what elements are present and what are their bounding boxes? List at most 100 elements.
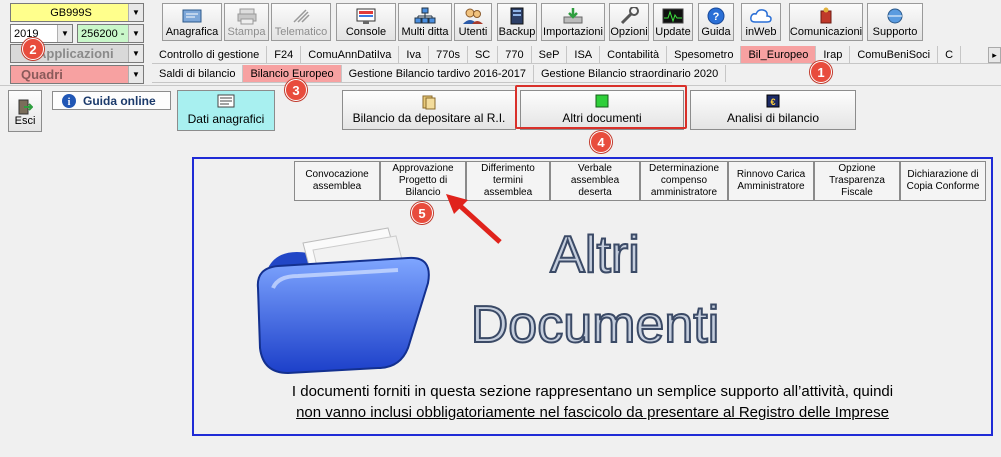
panel-note-line1: I documenti forniti in questa sezione ra… (291, 383, 894, 400)
support-icon (887, 8, 903, 24)
tab-verbale-assemblea[interactable]: Verbale assemblea deserta (550, 161, 640, 201)
tab-isa[interactable]: ISA (567, 46, 601, 63)
tab-770s[interactable]: 770s (429, 46, 468, 63)
tab-controllo-gestione[interactable]: Controllo di gestione (152, 46, 268, 63)
badge-1: 1 (810, 61, 832, 83)
backup-label: Backup (498, 26, 536, 38)
tab-opzione-trasparenza[interactable]: Opzione Trasparenza Fiscale (814, 161, 900, 201)
stampa-label: Stampa (227, 26, 266, 38)
tabs-scroll-right[interactable]: ▸ (988, 47, 1001, 63)
tab-spesometro[interactable]: Spesometro (667, 46, 742, 63)
opzioni-button[interactable]: Opzioni (609, 3, 649, 41)
anagrafica-label: Anagrafica (165, 26, 219, 38)
bilancio-depositare-label: Bilancio da depositare al R.I. (352, 111, 506, 125)
chevron-down-icon[interactable]: ▼ (128, 45, 143, 62)
anagrafica-button[interactable]: Anagrafica (162, 3, 222, 41)
supporto-button[interactable]: Supporto (867, 3, 923, 41)
bilancio-depositare-button[interactable]: Bilancio da depositare al R.I. (342, 90, 516, 130)
tab-label: Opzione Trasparenza Fiscale (829, 163, 885, 198)
app-tabs: Controllo di gestione F24 ComuAnnDatiIva… (152, 46, 1001, 64)
console-icon (356, 8, 376, 24)
panel-title-line2: Documenti (470, 295, 721, 355)
multi-ditta-button[interactable]: Multi ditta (398, 3, 452, 41)
tab-bilancio-tardivo[interactable]: Gestione Bilancio tardivo 2016-2017 (342, 65, 534, 82)
tab-saldi-bilancio[interactable]: Saldi di bilancio (152, 65, 244, 82)
quadri-label: Quadri (21, 67, 63, 82)
svg-text:?: ? (713, 11, 720, 23)
chevron-down-icon[interactable]: ▼ (128, 66, 143, 83)
folder-icon (256, 227, 430, 375)
comunicazioni-label: Comunicazioni (789, 26, 863, 38)
comunicazioni-button[interactable]: Comunicazioni (789, 3, 863, 41)
tab-f24[interactable]: F24 (267, 46, 302, 63)
tab-contabilita[interactable]: Contabilità (600, 46, 668, 63)
update-label: Update (655, 26, 691, 38)
tab-dichiarazione-copia[interactable]: Dichiarazione di Copia Conforme (900, 161, 986, 201)
inweb-button[interactable]: inWeb (741, 3, 781, 41)
utenti-label: Utenti (458, 26, 488, 38)
cloud-icon (750, 9, 772, 23)
tab-comuanndatiiva[interactable]: ComuAnnDatiIva (301, 46, 400, 63)
company-combo[interactable]: GB999S ▼ (10, 3, 144, 22)
update-icon (662, 8, 684, 24)
options-icon (620, 7, 639, 25)
svg-text:€: € (770, 97, 775, 107)
tab-rinnovo-carica[interactable]: Rinnovo Carica Amministratore (728, 161, 814, 201)
multi-ditta-label: Multi ditta (401, 26, 449, 38)
importazioni-button[interactable]: Importazioni (541, 3, 605, 41)
analisi-bilancio-button[interactable]: € Analisi di bilancio (690, 90, 856, 130)
dati-anagrafici-button[interactable]: Dati anagrafici (177, 90, 275, 131)
dati-anagrafici-icon (217, 94, 235, 108)
quadri-tabs: Saldi di bilancio Bilancio Europeo Gesti… (152, 65, 727, 83)
chevron-down-icon[interactable]: ▼ (128, 25, 143, 42)
stampa-button[interactable]: Stampa (224, 3, 269, 41)
inweb-label: inWeb (745, 26, 777, 38)
tab-determinazione-compenso[interactable]: Determinazione compenso amministratore (640, 161, 728, 201)
telematico-icon (293, 9, 310, 23)
help-icon: ? (707, 7, 725, 25)
tab-sep[interactable]: SeP (532, 46, 568, 63)
tab-sc[interactable]: SC (468, 46, 499, 63)
chevron-down-icon[interactable]: ▼ (57, 25, 72, 42)
backup-icon (510, 7, 524, 25)
badge-2: 2 (22, 38, 44, 60)
telematico-button[interactable]: Telematico (271, 3, 331, 41)
chevron-down-icon[interactable]: ▼ (128, 4, 143, 21)
anagrafica-icon (182, 9, 202, 23)
separator (0, 85, 1001, 86)
import-icon (563, 8, 583, 24)
guida-button[interactable]: ? Guida (698, 3, 734, 41)
tab-c[interactable]: C (938, 46, 962, 63)
tab-770[interactable]: 770 (498, 46, 532, 63)
update-button[interactable]: Update (653, 3, 693, 41)
tab-convocazione-assemblea[interactable]: Convocazione assemblea (294, 161, 380, 201)
tab-label: Verbale assemblea deserta (570, 163, 620, 198)
badge-4: 4 (590, 131, 612, 153)
analisi-bilancio-label: Analisi di bilancio (726, 111, 820, 125)
guida-online-button[interactable]: i Guida online (52, 91, 171, 110)
supporto-label: Supporto (872, 26, 918, 38)
tab-bilancio-straordinario[interactable]: Gestione Bilancio straordinario 2020 (534, 65, 727, 82)
svg-text:i: i (68, 97, 71, 108)
panel-note-line2: non vanno inclusi obbligatoriamente nel … (296, 404, 889, 421)
telematico-label: Telematico (274, 26, 328, 38)
tab-iva[interactable]: Iva (399, 46, 430, 63)
quadri-combo[interactable]: Quadri ▼ (10, 65, 144, 84)
esci-label: Esci (14, 115, 36, 127)
red-arrow-icon (446, 194, 502, 244)
altri-documenti-highlight (515, 85, 687, 129)
users-icon (463, 8, 483, 24)
tab-label: Convocazione assemblea (305, 169, 369, 192)
comunicazioni-icon (820, 7, 832, 24)
esci-button[interactable]: Esci (8, 90, 42, 132)
console-button[interactable]: Console (336, 3, 396, 41)
code-combo[interactable]: 256200 - ▼ (77, 24, 144, 43)
importazioni-label: Importazioni (543, 26, 603, 38)
tab-comubenisoci[interactable]: ComuBeniSoci (850, 46, 939, 63)
opzioni-label: Opzioni (610, 26, 648, 38)
multi-ditta-icon (414, 7, 436, 24)
utenti-button[interactable]: Utenti (454, 3, 492, 41)
year-combo[interactable]: 2019 ▼ (10, 24, 73, 43)
backup-button[interactable]: Backup (497, 3, 537, 41)
tab-bil-europeo[interactable]: Bil_Europeo (741, 46, 817, 63)
